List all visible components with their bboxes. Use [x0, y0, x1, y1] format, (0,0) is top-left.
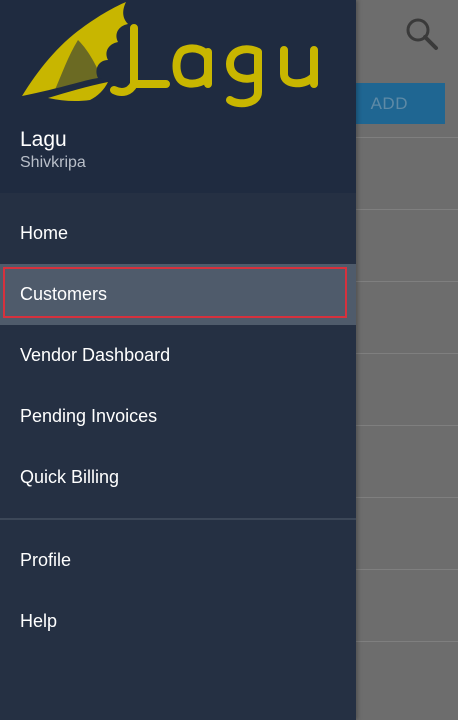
- menu-item-label: Profile: [20, 550, 72, 570]
- menu-item-customers[interactable]: Customers: [0, 264, 356, 325]
- menu-item-pending-invoices[interactable]: Pending Invoices: [0, 386, 356, 447]
- navigation-drawer: Lagu Shivkripa Home Customers Vendor Das…: [0, 0, 356, 720]
- menu-item-label: Home: [20, 223, 69, 243]
- menu-item-home[interactable]: Home: [0, 203, 356, 264]
- menu-item-label: Quick Billing: [20, 467, 120, 487]
- app-logo: [18, 0, 340, 110]
- menu-item-quick-billing[interactable]: Quick Billing: [0, 447, 356, 508]
- menu-item-help[interactable]: Help: [0, 591, 356, 652]
- search-icon[interactable]: [404, 16, 440, 52]
- menu-item-label: Help: [20, 611, 58, 631]
- menu-item-label: Customers: [20, 284, 108, 304]
- menu-item-vendor-dashboard[interactable]: Vendor Dashboard: [0, 325, 356, 386]
- menu-item-label: Vendor Dashboard: [20, 345, 171, 365]
- user-name: Lagu: [20, 128, 67, 151]
- menu-divider: [0, 518, 356, 520]
- user-organization: Shivkripa: [20, 154, 86, 171]
- menu-item-label: Pending Invoices: [20, 406, 158, 426]
- menu-item-profile[interactable]: Profile: [0, 530, 356, 591]
- drawer-header: Lagu Shivkripa: [0, 0, 356, 193]
